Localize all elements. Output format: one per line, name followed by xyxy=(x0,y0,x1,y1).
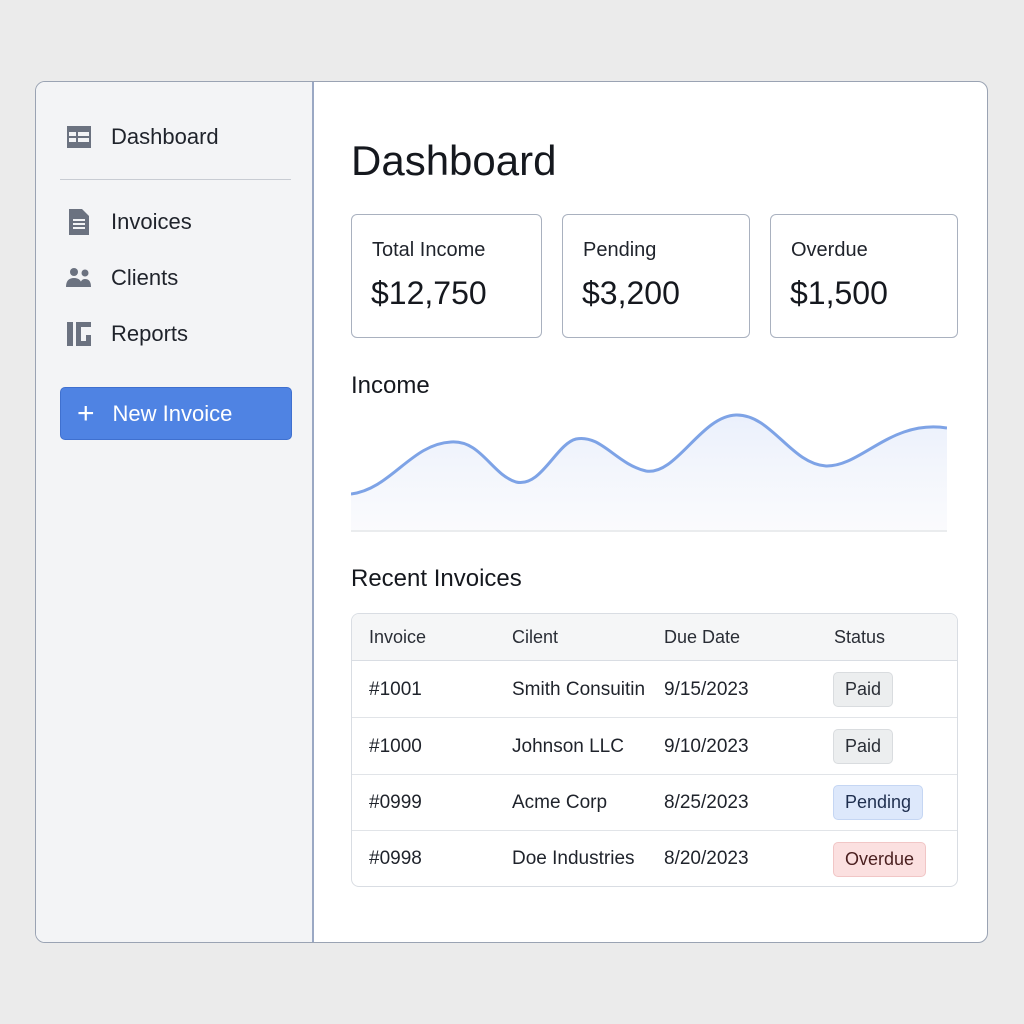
overdue-card: Overdue $1,500 xyxy=(770,214,958,338)
sidebar-item-invoices[interactable]: Invoices xyxy=(66,204,296,240)
users-icon xyxy=(66,265,92,291)
invoice-cell: #1001 xyxy=(369,678,422,700)
client-cell: Doe Industries xyxy=(512,848,635,869)
sidebar-item-clients[interactable]: Clients xyxy=(66,260,296,296)
status-badge: Pending xyxy=(833,785,924,820)
table-row[interactable]: #0998 Doe Industries 8/20/2023 Overdue xyxy=(352,831,957,886)
sidebar-divider xyxy=(60,179,291,180)
column-header[interactable]: Due Date xyxy=(664,614,740,660)
card-value: $1,500 xyxy=(790,275,888,311)
table-row[interactable]: #1000 Johnson LLC 9/10/2023 Paid xyxy=(352,719,957,775)
card-label: Pending xyxy=(583,239,657,261)
column-header[interactable]: Cilent xyxy=(512,614,558,660)
table-row[interactable]: #1001 Smith Consuitin 9/15/2023 Paid xyxy=(352,662,957,718)
pending-card: Pending $3,200 xyxy=(562,214,750,338)
sidebar: Dashboard Invoices Clients Reports + New… xyxy=(36,82,314,942)
status-badge: Paid xyxy=(833,672,894,707)
card-value: $12,750 xyxy=(371,275,487,311)
recent-invoices-title: Recent Invoices xyxy=(351,565,522,592)
due-date-cell: 8/25/2023 xyxy=(664,791,749,813)
due-date-cell: 8/20/2023 xyxy=(664,848,749,869)
sidebar-item-reports[interactable]: Reports xyxy=(66,316,296,352)
table-row[interactable]: #0999 Acme Corp 8/25/2023 Pending xyxy=(352,775,957,831)
client-cell: Johnson LLC xyxy=(512,735,624,757)
due-date-cell: 9/10/2023 xyxy=(664,735,749,757)
dashboard-icon xyxy=(66,124,92,150)
sidebar-item-label: Reports xyxy=(111,321,189,346)
card-value: $3,200 xyxy=(582,275,680,311)
due-date-cell: 9/15/2023 xyxy=(664,678,749,700)
new-invoice-button[interactable]: + New Invoice xyxy=(60,387,292,440)
column-header[interactable]: Status xyxy=(834,614,885,660)
client-cell: Acme Corp xyxy=(512,791,608,813)
income-title: Income xyxy=(351,372,430,399)
plus-icon: + xyxy=(77,396,95,430)
total-income-card: Total Income $12,750 xyxy=(351,214,542,338)
status-badge: Paid xyxy=(833,729,894,764)
app-window: Dashboard Invoices Clients Reports + New… xyxy=(35,81,988,943)
client-cell: Smith Consuitin xyxy=(512,678,646,700)
table-header: Invoice Cilent Due Date Status xyxy=(352,614,957,661)
page-title: Dashboard xyxy=(351,137,557,184)
invoices-table: Invoice Cilent Due Date Status #1001 Smi… xyxy=(351,613,958,887)
invoice-cell: #0998 xyxy=(369,848,422,869)
sidebar-item-label: Dashboard xyxy=(111,124,219,149)
sidebar-item-label: Invoices xyxy=(111,209,192,234)
document-icon xyxy=(66,209,92,235)
sidebar-item-label: Clients xyxy=(111,265,179,290)
card-label: Total Income xyxy=(372,239,486,261)
card-label: Overdue xyxy=(791,239,868,261)
invoice-cell: #1000 xyxy=(369,735,422,757)
reports-icon xyxy=(66,321,92,347)
new-invoice-label: New Invoice xyxy=(112,400,233,426)
main-content: Dashboard Total Income $12,750 Pending $… xyxy=(316,82,987,942)
sidebar-item-dashboard[interactable]: Dashboard xyxy=(66,119,296,155)
invoice-cell: #0999 xyxy=(369,791,422,813)
income-chart xyxy=(351,413,947,532)
column-header[interactable]: Invoice xyxy=(369,614,426,660)
status-badge: Overdue xyxy=(833,841,927,877)
